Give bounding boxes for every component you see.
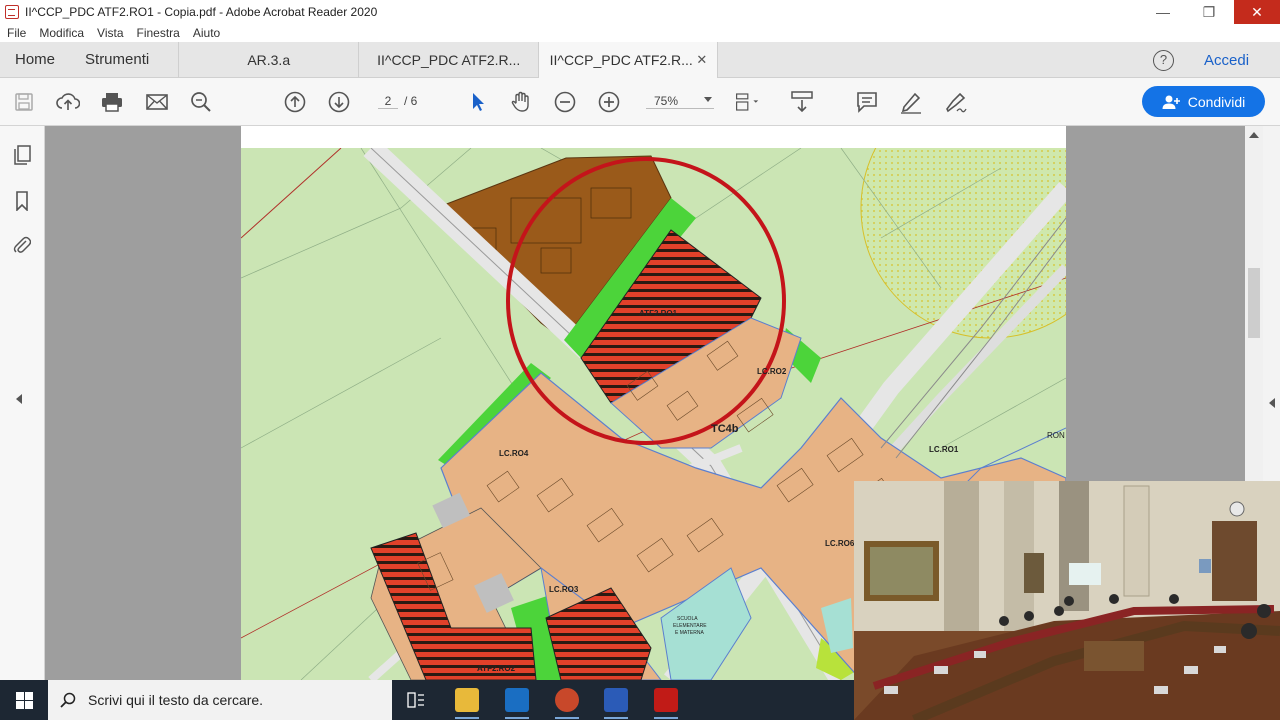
powerpoint-icon[interactable] [555, 688, 579, 712]
label-ron: RON [1047, 431, 1065, 440]
search-icon[interactable] [189, 90, 213, 114]
label-lc-ro6: LC.RO6 [825, 539, 855, 548]
menu-edit[interactable]: Modifica [39, 26, 84, 40]
expand-right-icon[interactable] [1269, 398, 1275, 408]
active-indicator [505, 717, 529, 719]
active-indicator [455, 717, 479, 719]
label-lc-ro3: LC.RO3 [549, 585, 579, 594]
restore-button[interactable]: ❐ [1186, 0, 1232, 24]
scrollbar-thumb[interactable] [1248, 268, 1260, 338]
share-label: Condividi [1187, 93, 1246, 110]
menu-window[interactable]: Finestra [137, 26, 180, 40]
hand-icon[interactable] [509, 90, 533, 114]
navigation-panel [0, 126, 45, 680]
sign-icon[interactable] [943, 90, 967, 114]
document-tab-label: II^CCP_PDC ATF2.R... [377, 51, 521, 68]
scroll-icon[interactable] [790, 90, 814, 114]
prev-page-icon[interactable] [283, 90, 307, 114]
tab-home[interactable]: Home [0, 42, 70, 78]
tab-bar: Home Strumenti AR.3.a II^CCP_PDC ATF2.R.… [0, 41, 1280, 78]
label-school-elementary: ELEMENTARE [673, 623, 707, 629]
document-tab[interactable]: II^CCP_PDC ATF2.R... [358, 41, 538, 78]
acrobat-icon [5, 5, 19, 19]
active-indicator [654, 717, 678, 719]
zoom-out-icon[interactable] [553, 90, 577, 114]
fit-icon[interactable] [735, 90, 759, 114]
taskbar-search[interactable]: Scrivi qui il testo da cercare. [48, 680, 392, 720]
document-tab-active[interactable]: II^CCP_PDC ATF2.R... ✕ [538, 41, 719, 78]
label-lc-ro4: LC.RO4 [499, 449, 529, 458]
menu-bar: File Modifica Vista Finestra Aiuto [0, 24, 1280, 42]
select-icon[interactable] [466, 90, 490, 114]
window-title: II^CCP_PDC ATF2.RO1 - Copia.pdf - Adobe … [25, 5, 378, 19]
windows-icon [15, 691, 33, 709]
next-page-icon[interactable] [327, 90, 351, 114]
save-icon[interactable] [12, 90, 36, 114]
minimize-button[interactable]: — [1140, 0, 1186, 24]
document-tab[interactable]: AR.3.a [178, 41, 358, 78]
word-icon[interactable] [604, 688, 628, 712]
menu-file[interactable]: File [7, 26, 26, 40]
zoom-in-icon[interactable] [597, 90, 621, 114]
highlight-icon[interactable] [899, 90, 923, 114]
active-indicator [604, 717, 628, 719]
print-icon[interactable] [100, 90, 124, 114]
help-icon[interactable]: ? [1153, 50, 1174, 71]
pages-icon[interactable] [12, 144, 32, 166]
label-atf2-ro1: ATF2.RO1 [639, 309, 678, 318]
toolbar [0, 78, 1280, 126]
signin-link[interactable]: Accedi [1204, 52, 1249, 69]
bookmark-icon[interactable] [12, 190, 32, 212]
label-school: SCUOLA [677, 616, 698, 622]
taskbar: Scrivi qui il testo da cercare. [0, 680, 854, 720]
menu-view[interactable]: Vista [97, 26, 123, 40]
attachment-icon[interactable] [12, 234, 32, 256]
document-tab-label: AR.3.a [247, 51, 291, 68]
page-number-input[interactable]: 2 [378, 94, 398, 109]
page-total: / 6 [404, 94, 418, 108]
comment-icon[interactable] [855, 90, 879, 114]
title-bar: II^CCP_PDC ATF2.RO1 - Copia.pdf - Adobe … [0, 0, 1280, 24]
zoom-value: 75% [654, 94, 679, 108]
file-explorer-icon[interactable] [455, 688, 479, 712]
share-button[interactable]: Condividi [1142, 86, 1265, 117]
close-tab-icon[interactable]: ✕ [696, 52, 707, 68]
task-view-icon[interactable] [404, 688, 428, 712]
email-icon[interactable] [145, 90, 169, 114]
video-overlay [854, 481, 1280, 720]
search-icon [60, 692, 76, 708]
collapse-left-icon[interactable] [16, 394, 22, 404]
tab-tools[interactable]: Strumenti [70, 42, 164, 78]
acrobat-taskbar-icon[interactable] [654, 688, 678, 712]
search-placeholder: Scrivi qui il testo da cercare. [88, 692, 264, 708]
start-button[interactable] [0, 680, 48, 720]
close-button[interactable]: ✕ [1234, 0, 1280, 24]
zoom-select[interactable]: 75% [646, 94, 714, 109]
upload-icon[interactable] [56, 90, 80, 114]
council-room-video [854, 481, 1280, 720]
chevron-down-icon [704, 97, 712, 102]
active-indicator [555, 717, 579, 719]
document-tab-label: II^CCP_PDC ATF2.R... [549, 51, 693, 68]
label-tc4b: TC4b [711, 423, 739, 435]
label-lc-ro2: LC.RO2 [757, 367, 787, 376]
menu-help[interactable]: Aiuto [193, 26, 220, 40]
scroll-up-icon[interactable] [1249, 132, 1259, 138]
label-school-kindergarten: E MATERNA [675, 630, 704, 636]
label-lc-ro1: LC.RO1 [929, 445, 959, 454]
outlook-icon[interactable] [505, 688, 529, 712]
add-user-icon [1162, 95, 1180, 109]
label-atf2-ro2: ATF2.RO2 [477, 664, 516, 673]
